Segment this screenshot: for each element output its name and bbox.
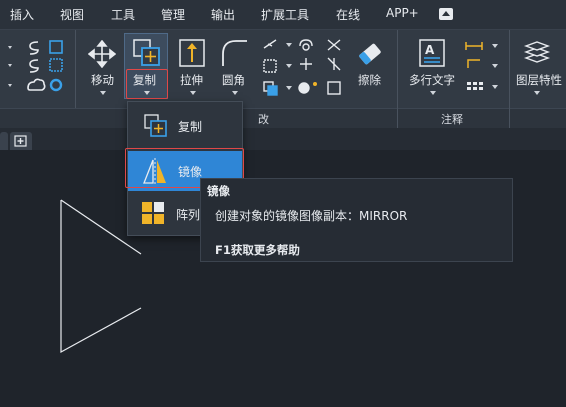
fillet-label[interactable]: 圆角 xyxy=(222,72,245,88)
copy-label[interactable]: 复制 xyxy=(133,72,156,88)
new-tab-button[interactable] xyxy=(10,132,32,150)
menu-insert[interactable]: 插入 xyxy=(10,6,34,23)
erase-label[interactable]: 擦除 xyxy=(358,72,381,88)
layer-properties-icon[interactable] xyxy=(522,38,552,68)
menu-manage[interactable]: 管理 xyxy=(161,6,185,23)
tooltip-description: 创建对象的镜像图像副本：MIRROR xyxy=(215,209,408,223)
dropdown-item-label: 复制 xyxy=(178,120,203,134)
plus-icon xyxy=(14,135,27,147)
copy-icon xyxy=(144,114,167,137)
dropdown-item-label: 阵列 xyxy=(176,208,201,222)
modify-tools-icon-group[interactable] xyxy=(260,36,352,100)
svg-text:A: A xyxy=(425,43,435,57)
move-dropdown-arrow[interactable] xyxy=(100,91,106,95)
draw-tools-icon-group[interactable] xyxy=(4,38,74,100)
multiline-text-icon[interactable]: A xyxy=(418,38,448,68)
dropdown-item-copy[interactable]: 复制 xyxy=(128,106,242,146)
move-icon[interactable] xyxy=(88,40,116,68)
modify-panel-label: 改 xyxy=(258,113,269,126)
document-tab-strip xyxy=(0,128,566,150)
stretch-label[interactable]: 拉伸 xyxy=(180,72,203,88)
fillet-icon[interactable] xyxy=(220,38,248,68)
layer-properties-label[interactable]: 图层特性 xyxy=(516,72,562,88)
fillet-dropdown-arrow[interactable] xyxy=(232,91,238,95)
ribbon-separator xyxy=(397,108,398,128)
copy-dropdown-arrow[interactable] xyxy=(144,91,150,95)
array-icon xyxy=(142,202,164,224)
stretch-icon[interactable] xyxy=(178,38,206,68)
move-label[interactable]: 移动 xyxy=(91,72,114,88)
tooltip-help: F1获取更多帮助 xyxy=(215,243,300,257)
mirror-tooltip: 镜像 创建对象的镜像图像副本：MIRROR F1获取更多帮助 xyxy=(200,178,513,262)
copy-icon[interactable] xyxy=(132,38,162,68)
tooltip-title: 镜像 xyxy=(207,184,230,198)
layer-dropdown-arrow[interactable] xyxy=(534,91,540,95)
menu-output[interactable]: 输出 xyxy=(211,6,235,23)
stretch-dropdown-arrow[interactable] xyxy=(190,91,196,95)
menu-extensions[interactable]: 扩展工具 xyxy=(261,6,309,23)
collapse-ribbon-icon[interactable] xyxy=(439,8,453,20)
menu-view[interactable]: 视图 xyxy=(60,6,84,23)
menu-app-plus[interactable]: APP+ xyxy=(386,6,419,20)
dimension-tools-icon-group[interactable] xyxy=(464,36,504,100)
menu-tools[interactable]: 工具 xyxy=(111,6,135,23)
document-tab[interactable] xyxy=(0,132,8,150)
erase-icon[interactable] xyxy=(356,40,384,68)
multiline-text-label[interactable]: 多行文字 xyxy=(409,72,455,88)
mtext-dropdown-arrow[interactable] xyxy=(430,91,436,95)
menu-online[interactable]: 在线 xyxy=(336,6,360,23)
ribbon-panel-titles xyxy=(0,108,566,128)
ribbon-separator xyxy=(509,108,510,128)
annotate-panel-label: 注释 xyxy=(441,113,463,126)
menu-bar: 插入 视图 工具 管理 输出 扩展工具 在线 APP+ xyxy=(0,0,566,30)
